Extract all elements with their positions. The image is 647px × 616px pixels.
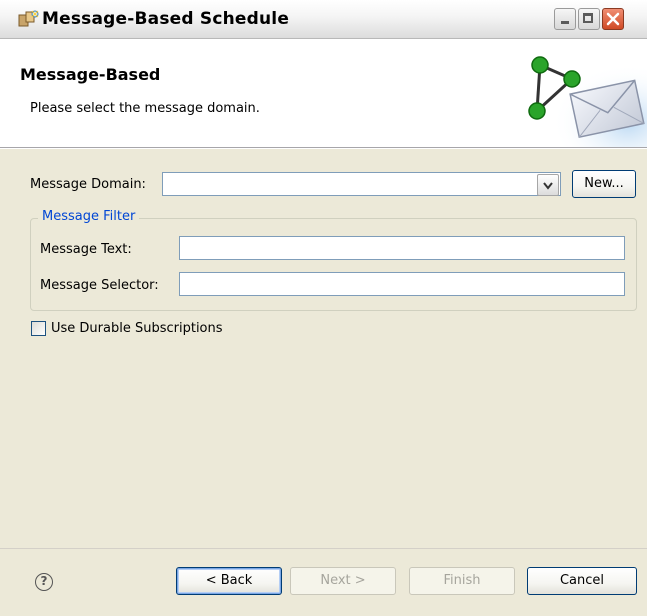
back-button[interactable]: < Back: [176, 567, 282, 595]
durable-subscriptions-checkbox[interactable]: [31, 321, 46, 336]
cancel-button[interactable]: Cancel: [527, 567, 637, 595]
message-selector-label: Message Selector:: [40, 278, 159, 293]
window-title: Message-Based Schedule: [42, 9, 290, 29]
message-based-schedule-dialog: Message-Based Schedule Message-Based Ple…: [0, 0, 647, 616]
message-envelope-network-icon: [520, 49, 647, 147]
title-bar[interactable]: Message-Based Schedule: [0, 0, 647, 39]
header-separator: [0, 148, 647, 149]
chevron-down-icon: [543, 182, 553, 190]
wizard-header: Message-Based Please select the message …: [0, 39, 647, 148]
close-icon: [606, 12, 620, 26]
message-text-label: Message Text:: [40, 242, 132, 257]
durable-subscriptions-label[interactable]: Use Durable Subscriptions: [51, 321, 223, 336]
message-filter-group-label: Message Filter: [38, 209, 140, 224]
new-domain-button[interactable]: New...: [572, 170, 636, 198]
minimize-button[interactable]: [554, 8, 576, 30]
footer-separator: [0, 548, 647, 549]
page-description: Please select the message domain.: [30, 101, 260, 116]
wizard-puzzle-icon: [18, 10, 40, 28]
message-text-field[interactable]: [179, 236, 625, 260]
page-title: Message-Based: [20, 65, 161, 84]
finish-button[interactable]: Finish: [409, 567, 515, 595]
message-selector-field[interactable]: [179, 272, 625, 296]
message-filter-group: [30, 218, 637, 311]
next-button[interactable]: Next >: [290, 567, 396, 595]
message-domain-combo[interactable]: [162, 172, 561, 196]
message-domain-label: Message Domain:: [30, 177, 146, 192]
help-icon[interactable]: ?: [35, 573, 53, 591]
close-button[interactable]: [602, 8, 624, 30]
maximize-button[interactable]: [578, 8, 600, 30]
message-domain-dropdown-button[interactable]: [537, 174, 559, 196]
